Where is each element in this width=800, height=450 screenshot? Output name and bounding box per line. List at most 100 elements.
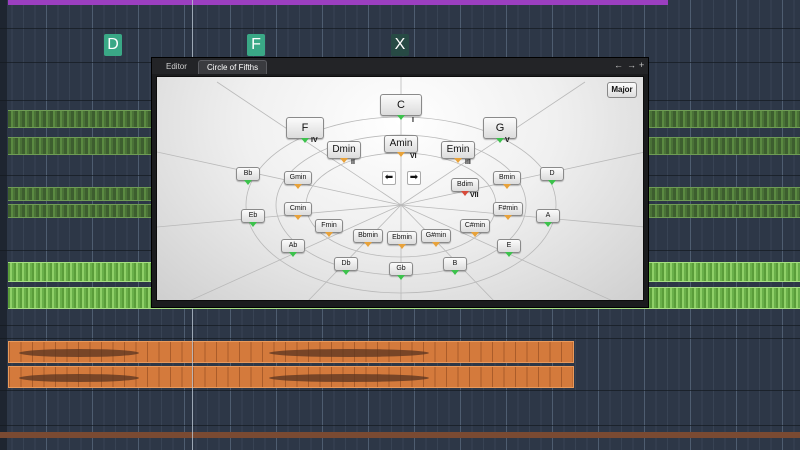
arrow-left-icon[interactable]: ← bbox=[614, 60, 623, 70]
triangle-red-icon bbox=[461, 191, 469, 196]
chord-button-bmin[interactable]: Bmin bbox=[493, 171, 521, 189]
audio-event-orange[interactable] bbox=[8, 366, 574, 388]
audio-event-brown[interactable] bbox=[0, 432, 800, 438]
chord-button-gmin[interactable]: Gmin bbox=[284, 171, 312, 189]
circle-of-fifths-canvas: Major C I F IV G V Dmin II Amin VI Emin … bbox=[156, 76, 644, 301]
waveform bbox=[269, 349, 429, 357]
triangle-orange-icon bbox=[340, 158, 348, 163]
chord-button-cmin[interactable]: Cmin bbox=[284, 202, 312, 220]
degree-label: VII bbox=[470, 192, 479, 199]
lane-divider bbox=[0, 390, 800, 391]
degree-label: IV bbox=[311, 137, 318, 144]
waveform bbox=[19, 374, 139, 382]
chord-button-fmin[interactable]: Fmin bbox=[315, 219, 343, 237]
chord-button-fsharpmin[interactable]: F#min bbox=[493, 202, 523, 220]
chord-label: E bbox=[506, 242, 512, 249]
triangle-green-icon bbox=[548, 180, 556, 185]
triangle-green-icon bbox=[451, 270, 459, 275]
chord-label: Ab bbox=[288, 242, 298, 249]
chord-label: Fmin bbox=[321, 222, 337, 229]
chord-button-c[interactable]: C bbox=[380, 94, 422, 120]
triangle-green-icon bbox=[289, 252, 297, 257]
chord-label: Dmin bbox=[332, 144, 356, 155]
chord-label: Gb bbox=[396, 265, 406, 272]
chord-button-ebmin[interactable]: Ebmin bbox=[387, 231, 417, 249]
chord-event-marker[interactable]: D bbox=[104, 34, 122, 56]
chord-label: F bbox=[301, 122, 309, 134]
triangle-orange-icon bbox=[454, 158, 462, 163]
chord-button-g[interactable]: G bbox=[483, 117, 517, 143]
chord-label: Cmin bbox=[289, 205, 307, 212]
tab-editor[interactable]: Editor bbox=[158, 60, 195, 74]
chord-label: G#min bbox=[425, 232, 447, 239]
degree-label: III bbox=[465, 159, 471, 166]
chord-button-a[interactable]: A bbox=[536, 209, 560, 227]
audio-event-orange[interactable] bbox=[8, 341, 574, 363]
chord-button-bdim[interactable]: Bdim bbox=[451, 178, 479, 196]
chord-label: Eb bbox=[248, 212, 258, 219]
triangle-orange-icon bbox=[432, 242, 440, 247]
arrow-right-icon[interactable]: → bbox=[627, 60, 636, 70]
chord-label: A bbox=[545, 212, 551, 219]
chord-label: Bdim bbox=[457, 181, 473, 188]
chord-label: Amin bbox=[389, 138, 413, 149]
lane-divider bbox=[0, 338, 800, 339]
chord-event-marker[interactable]: F bbox=[247, 34, 265, 56]
window-tab-bar: Editor Circle of Fifths ← → + bbox=[152, 58, 648, 74]
chord-button-ab[interactable]: Ab bbox=[281, 239, 305, 257]
chord-button-f[interactable]: F bbox=[286, 117, 324, 143]
chord-label: B bbox=[452, 260, 458, 267]
triangle-orange-icon bbox=[397, 152, 405, 157]
triangle-orange-icon bbox=[325, 232, 333, 237]
tab-circle-of-fifths[interactable]: Circle of Fifths bbox=[198, 60, 268, 74]
chord-event-marker[interactable]: X bbox=[391, 34, 409, 56]
degree-label: I bbox=[412, 117, 414, 124]
waveform bbox=[19, 349, 139, 357]
chord-button-gsharpmin[interactable]: G#min bbox=[421, 229, 451, 247]
chord-button-b[interactable]: B bbox=[443, 257, 467, 275]
triangle-green-icon bbox=[244, 180, 252, 185]
chord-button-eb[interactable]: Eb bbox=[241, 209, 265, 227]
chord-button-d[interactable]: D bbox=[540, 167, 564, 185]
chord-button-db[interactable]: Db bbox=[334, 257, 358, 275]
chord-label: D bbox=[549, 170, 555, 177]
chord-label: Ebmin bbox=[392, 234, 412, 241]
arrow-left-icon[interactable]: ⬅ bbox=[382, 171, 396, 185]
triangle-orange-icon bbox=[294, 184, 302, 189]
chord-label: C bbox=[397, 99, 405, 111]
triangle-green-icon bbox=[249, 222, 257, 227]
triangle-orange-icon bbox=[294, 215, 302, 220]
triangle-green-icon bbox=[505, 252, 513, 257]
track-list-edge bbox=[0, 0, 7, 450]
triangle-orange-icon bbox=[398, 244, 406, 249]
arrow-right-icon[interactable]: ➡ bbox=[407, 171, 421, 185]
chord-label: Gmin bbox=[289, 174, 307, 181]
chord-button-dmin[interactable]: Dmin bbox=[327, 141, 361, 163]
waveform bbox=[269, 374, 429, 382]
chord-button-emin[interactable]: Emin bbox=[441, 141, 475, 163]
chord-button-bb[interactable]: Bb bbox=[236, 167, 260, 185]
chord-label: Bb bbox=[243, 170, 253, 177]
chord-label: G bbox=[495, 122, 505, 134]
chord-button-bbmin[interactable]: Bbmin bbox=[353, 229, 383, 247]
triangle-green-icon bbox=[544, 222, 552, 227]
triangle-orange-icon bbox=[504, 215, 512, 220]
chord-button-amin[interactable]: Amin bbox=[384, 135, 418, 157]
triangle-green-icon bbox=[397, 275, 405, 280]
triangle-green-icon bbox=[342, 270, 350, 275]
degree-label: V bbox=[505, 137, 510, 144]
triangle-orange-icon bbox=[503, 184, 511, 189]
mode-major-button[interactable]: Major bbox=[607, 82, 637, 98]
chord-button-e[interactable]: E bbox=[497, 239, 521, 257]
triangle-orange-icon bbox=[364, 242, 372, 247]
chord-label: Db bbox=[341, 260, 351, 267]
midi-part-purple[interactable] bbox=[8, 0, 668, 5]
lane-divider bbox=[0, 28, 800, 29]
plus-icon[interactable]: + bbox=[639, 60, 644, 70]
degree-label: II bbox=[351, 159, 355, 166]
lane-divider bbox=[0, 425, 800, 426]
triangle-green-icon bbox=[397, 115, 405, 120]
chord-button-gb[interactable]: Gb bbox=[389, 262, 413, 280]
lane-divider bbox=[0, 325, 800, 326]
chord-button-csharpmin[interactable]: C#min bbox=[460, 219, 490, 237]
